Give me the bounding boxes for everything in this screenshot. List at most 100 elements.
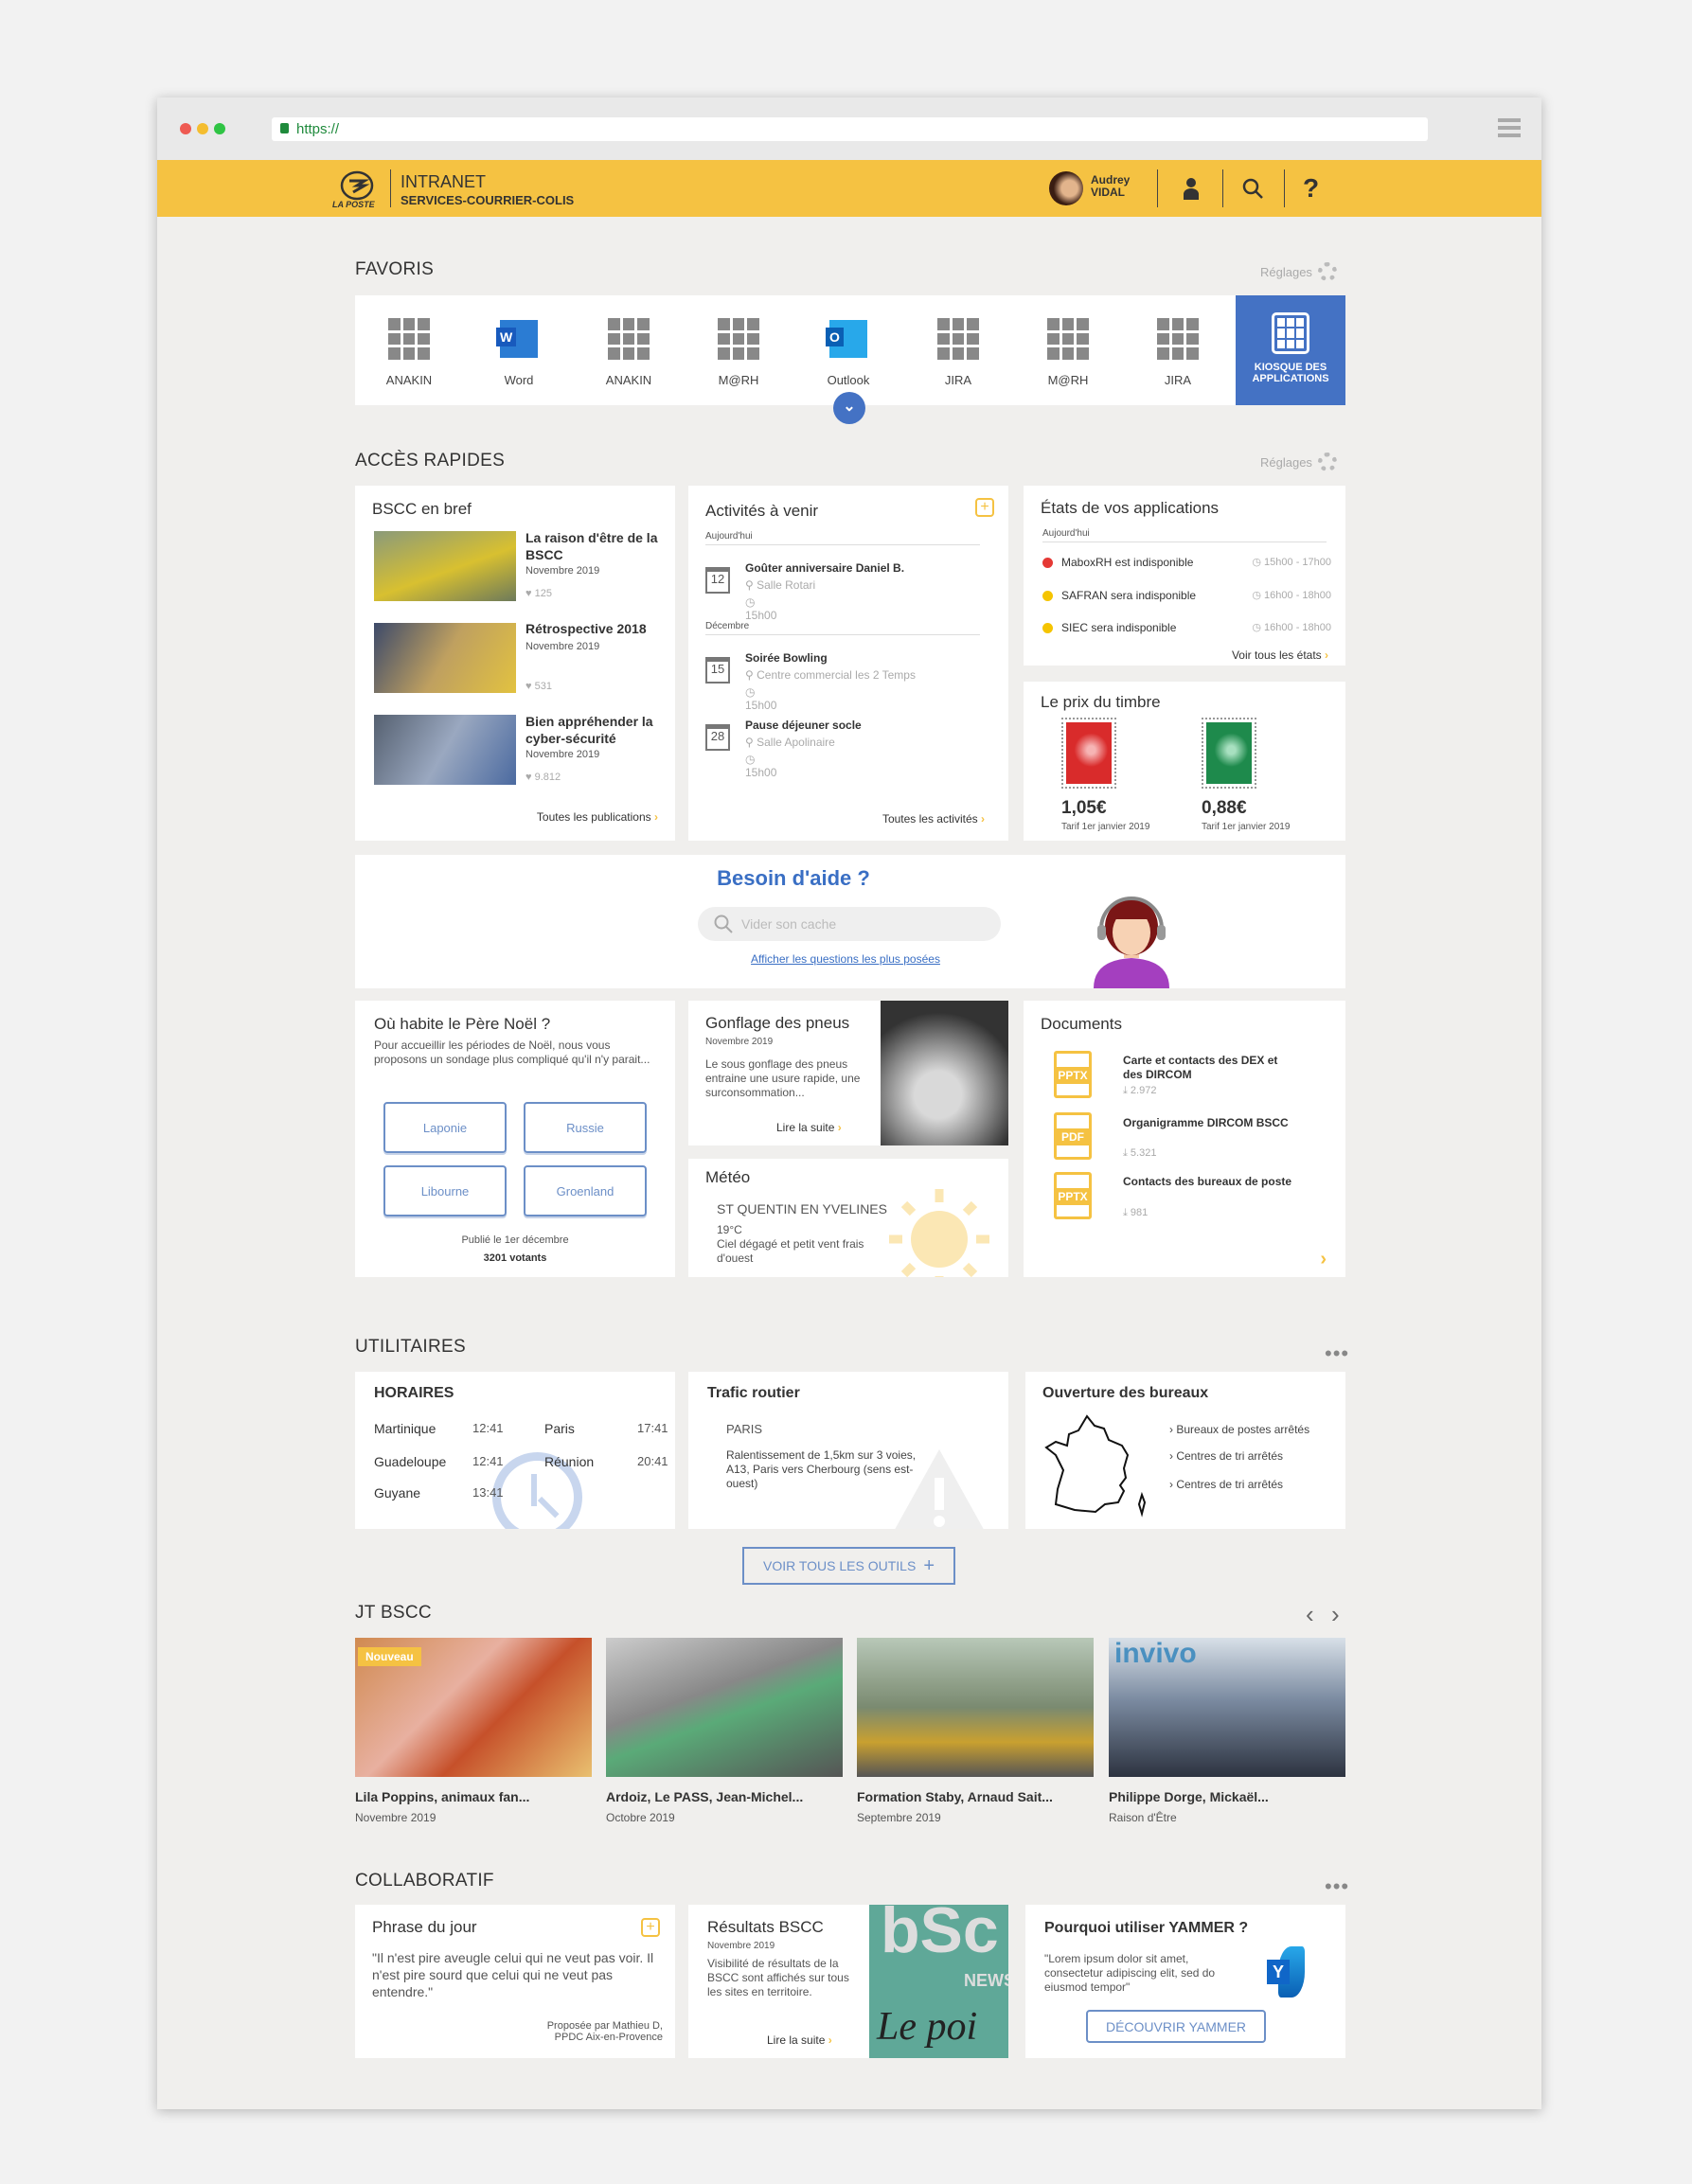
resultats-card: Résultats BSCC Novembre 2019 Visibilité … — [688, 1905, 1008, 2058]
video-thumbnail[interactable] — [857, 1638, 1094, 1777]
la-poste-logo[interactable]: LA POSTE — [330, 169, 378, 209]
lock-icon — [280, 123, 289, 133]
bureaux-link[interactable]: › Centres de tri arrêtés — [1169, 1478, 1283, 1491]
add-phrase-button[interactable]: + — [641, 1918, 660, 1937]
bureaux-link[interactable]: › Bureaux de postes arrêtés — [1169, 1423, 1309, 1436]
video-title[interactable]: Formation Staby, Arnaud Sait... — [857, 1789, 1053, 1804]
documents-next-chevron-icon[interactable]: › — [1320, 1249, 1327, 1270]
help-search-input[interactable]: Vider son cache — [698, 907, 1001, 941]
sun-icon — [887, 1187, 991, 1277]
favori-item[interactable]: O Outlook — [796, 314, 900, 387]
acces-title: ACCÈS RAPIDES — [355, 451, 506, 471]
favori-item[interactable]: M@RH — [686, 314, 791, 387]
read-more-link[interactable]: Lire la suite › — [767, 2033, 832, 2047]
card-title: États de vos applications — [1041, 499, 1220, 517]
outlook-icon: O — [826, 320, 867, 358]
avatar[interactable] — [1049, 171, 1083, 205]
profile-icon[interactable] — [1183, 177, 1200, 204]
poll-option-button[interactable]: Groenland — [524, 1165, 647, 1216]
grid-icon — [1047, 318, 1089, 360]
poll-option-button[interactable]: Libourne — [383, 1165, 507, 1216]
help-icon[interactable]: ? — [1303, 173, 1319, 204]
url-bar[interactable]: https:// — [272, 117, 1428, 141]
acces-settings[interactable]: Réglages — [1260, 453, 1337, 471]
help-card: Besoin d'aide ? Vider son cache Afficher… — [355, 855, 1345, 988]
poll-option-button[interactable]: Russie — [524, 1102, 647, 1153]
etats-card: États de vos applications Aujourd'hui Ma… — [1024, 486, 1345, 666]
favori-item[interactable]: JIRA — [906, 314, 1010, 387]
kiosque-button[interactable]: KIOSQUE DES APPLICATIONS — [1236, 295, 1345, 405]
carousel-prev-button[interactable]: ‹ — [1306, 1600, 1314, 1629]
card-title: Où habite le Père Noël ? — [374, 1015, 551, 1033]
more-options-icon[interactable]: ••• — [1325, 1874, 1349, 1899]
video-title[interactable]: Ardoiz, Le PASS, Jean-Michel... — [606, 1789, 803, 1804]
video-title[interactable]: Philippe Dorge, Mickaël... — [1109, 1789, 1269, 1804]
poll-option-button[interactable]: Laponie — [383, 1102, 507, 1153]
favori-item[interactable]: ANAKIN — [357, 314, 461, 387]
calendar-icon: 15 — [705, 657, 730, 684]
invivo-logo: invivo — [1114, 1638, 1197, 1669]
faq-link[interactable]: Afficher les questions les plus posées — [355, 952, 1345, 966]
new-badge: Nouveau — [358, 1647, 421, 1666]
news-thumbnail — [374, 715, 516, 785]
add-activity-button[interactable]: + — [975, 498, 994, 517]
video-thumbnail[interactable]: invivo — [1109, 1638, 1345, 1777]
favori-item[interactable]: ANAKIN — [577, 314, 681, 387]
favori-item[interactable]: JIRA — [1126, 314, 1230, 387]
video-thumbnail[interactable]: Nouveau — [355, 1638, 592, 1777]
grid-icon — [608, 318, 650, 360]
chevron-right-icon: › — [981, 812, 985, 826]
card-title: Météo — [705, 1168, 751, 1186]
likes-count: ♥ 125 — [525, 588, 552, 599]
maximize-window-button[interactable] — [214, 123, 225, 134]
read-more-link[interactable]: Lire la suite › — [776, 1121, 842, 1134]
favoris-bar: ANAKIN W Word ANAKIN M@RH O Outlook JIRA M… — [355, 295, 1345, 405]
minimize-window-button[interactable] — [197, 123, 208, 134]
card-title: Gonflage des pneus — [705, 1014, 850, 1032]
grid-icon — [388, 318, 430, 360]
heart-icon: ♥ — [525, 772, 535, 783]
all-publications-link[interactable]: Toutes les publications › — [537, 810, 658, 824]
documents-card: Documents PPTX Carte et contacts des DEX… — [1024, 1001, 1345, 1277]
all-activities-link[interactable]: Toutes les activités › — [882, 812, 985, 826]
browser-window: https:// LA POSTE INTRANET SERVICES-COUR… — [157, 98, 1541, 2109]
news-thumbnail — [374, 623, 516, 693]
close-window-button[interactable] — [180, 123, 191, 134]
video-title[interactable]: Lila Poppins, animaux fan... — [355, 1789, 529, 1804]
all-tools-button[interactable]: VOIR TOUS LES OUTILS + — [742, 1547, 955, 1585]
france-map[interactable] — [1040, 1414, 1153, 1523]
chevron-right-icon: › — [828, 2033, 832, 2047]
status-dot — [1042, 558, 1053, 568]
bureaux-card: Ouverture des bureaux › Bureaux de poste… — [1025, 1372, 1345, 1529]
status-dot — [1042, 623, 1053, 633]
browser-menu-icon[interactable] — [1498, 118, 1521, 141]
news-thumbnail — [374, 531, 516, 601]
bureaux-link[interactable]: › Centres de tri arrêtés — [1169, 1449, 1283, 1463]
activites-card: Activités à venir + Aujourd'hui 12 Goûte… — [688, 486, 1008, 841]
chevron-right-icon: › — [1325, 648, 1328, 662]
favori-item[interactable]: W Word — [467, 314, 571, 387]
grid-icon — [718, 318, 759, 360]
video-thumbnail[interactable] — [606, 1638, 843, 1777]
support-agent-illustration — [1084, 881, 1179, 988]
search-icon[interactable] — [1241, 177, 1264, 204]
pptx-file-icon: PPTX — [1054, 1051, 1092, 1098]
card-title: Activités à venir — [705, 502, 819, 520]
yammer-icon: Y — [1267, 1946, 1305, 1998]
status-dot — [1042, 591, 1053, 601]
likes-count: ♥ 531 — [525, 681, 552, 692]
collab-title: COLLABORATIF — [355, 1871, 494, 1891]
expand-chevron-button[interactable]: ⌄ — [833, 392, 865, 424]
discover-yammer-button[interactable]: DÉCOUVRIR YAMMER — [1086, 2010, 1266, 2043]
favori-item[interactable]: M@RH — [1016, 314, 1120, 387]
stamp-red-image — [1061, 718, 1116, 789]
user-name[interactable]: Audrey VIDAL — [1091, 174, 1130, 199]
all-states-link[interactable]: Voir tous les états › — [1232, 648, 1328, 662]
carousel-next-button[interactable]: › — [1331, 1600, 1340, 1629]
favoris-title: FAVORIS — [355, 259, 435, 279]
favoris-settings[interactable]: Réglages — [1260, 262, 1337, 281]
heart-icon: ♥ — [525, 588, 535, 599]
word-icon: W — [496, 320, 538, 358]
phrase-card: Phrase du jour + "Il n'est pire aveugle … — [355, 1905, 675, 2058]
more-options-icon[interactable]: ••• — [1325, 1341, 1349, 1366]
